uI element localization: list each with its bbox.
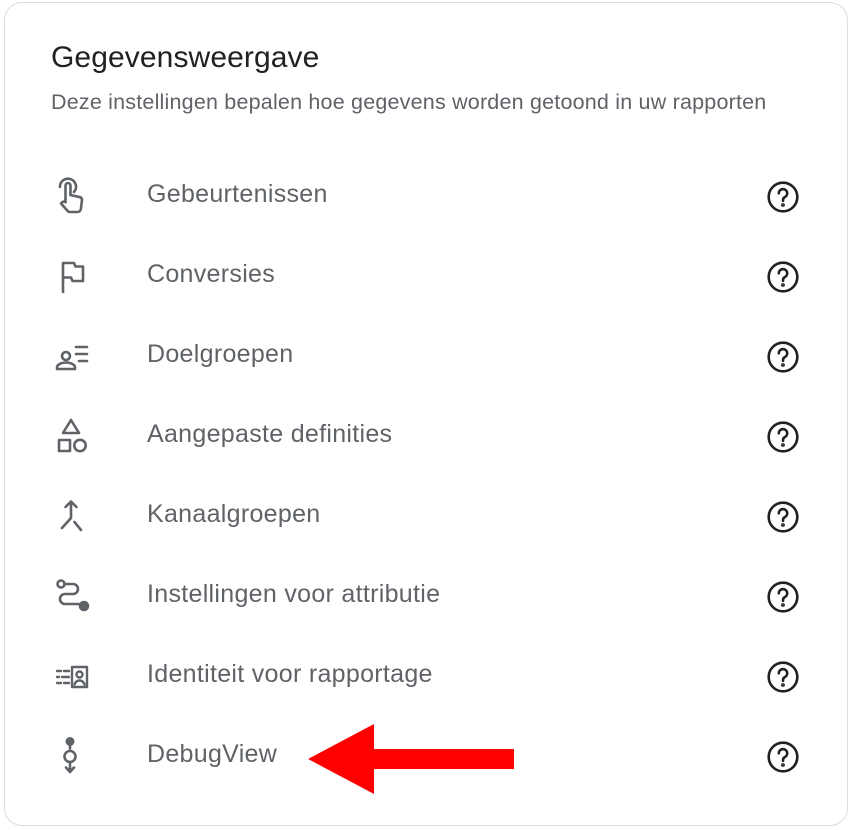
help-icon[interactable] bbox=[766, 420, 800, 454]
audience-list-icon bbox=[51, 337, 91, 377]
item-label: DebugView bbox=[147, 740, 278, 768]
settings-list: Gebeurtenissen Conversies Doelgroepen Aa… bbox=[5, 157, 847, 797]
section-title: Gegevensweergave bbox=[51, 41, 320, 74]
route-icon bbox=[51, 577, 91, 617]
list-item-gebeurtenissen[interactable]: Gebeurtenissen bbox=[5, 157, 847, 237]
list-item-kanaalgroepen[interactable]: Kanaalgroepen bbox=[5, 477, 847, 557]
item-label: Conversies bbox=[147, 260, 276, 288]
touch-hand-icon bbox=[51, 177, 91, 217]
list-item-conversies[interactable]: Conversies bbox=[5, 237, 847, 317]
list-item-identiteit-voor-rapportage[interactable]: Identiteit voor rapportage bbox=[5, 637, 847, 717]
item-label: Aangepaste definities bbox=[147, 420, 393, 448]
shapes-icon bbox=[51, 417, 91, 457]
help-icon[interactable] bbox=[766, 340, 800, 374]
item-label: Gebeurtenissen bbox=[147, 180, 328, 208]
item-label: Instellingen voor attributie bbox=[147, 580, 441, 608]
help-icon[interactable] bbox=[766, 740, 800, 774]
merge-arrow-icon bbox=[51, 497, 91, 537]
help-icon[interactable] bbox=[766, 580, 800, 614]
help-icon[interactable] bbox=[766, 260, 800, 294]
section-description: Deze instellingen bepalen hoe gegevens w… bbox=[51, 90, 767, 114]
item-label: Kanaalgroepen bbox=[147, 500, 321, 528]
red-arrow-icon bbox=[306, 722, 516, 796]
item-label: Identiteit voor rapportage bbox=[147, 660, 433, 688]
flag-icon bbox=[51, 257, 91, 297]
debug-view-icon bbox=[51, 737, 91, 777]
list-item-instellingen-voor-attributie[interactable]: Instellingen voor attributie bbox=[5, 557, 847, 637]
list-item-aangepaste-definities[interactable]: Aangepaste definities bbox=[5, 397, 847, 477]
help-icon[interactable] bbox=[766, 500, 800, 534]
help-icon[interactable] bbox=[766, 660, 800, 694]
identity-report-icon bbox=[51, 657, 91, 697]
data-display-card: Gegevensweergave Deze instellingen bepal… bbox=[4, 2, 848, 826]
help-icon[interactable] bbox=[766, 180, 800, 214]
list-item-doelgroepen[interactable]: Doelgroepen bbox=[5, 317, 847, 397]
item-label: Doelgroepen bbox=[147, 340, 294, 368]
